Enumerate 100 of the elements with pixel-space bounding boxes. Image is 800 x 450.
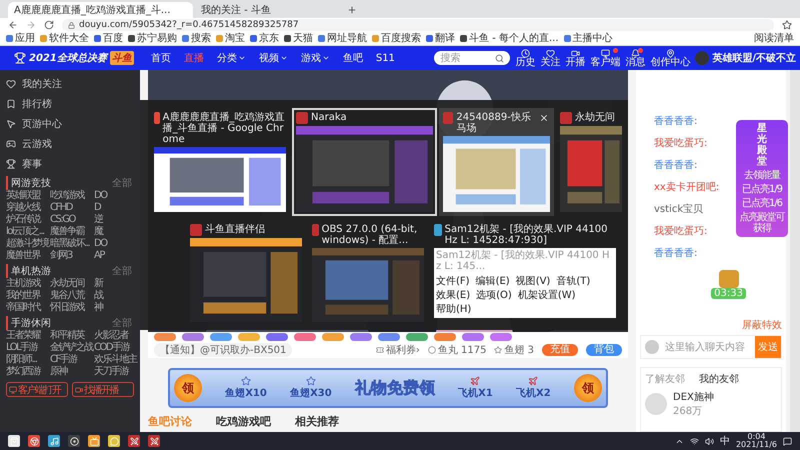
network-icon[interactable] <box>690 436 699 446</box>
browser-tab[interactable]: 我的关注 - 斗鱼 <box>195 2 345 18</box>
gift-icon[interactable] <box>378 333 400 341</box>
sidebar-item[interactable]: 我的关注 <box>6 74 140 94</box>
game-link[interactable]: 新 <box>94 278 138 290</box>
more-link[interactable]: 全部 <box>112 264 132 278</box>
game-link[interactable]: 怀旧游戏 <box>50 302 94 314</box>
game-link[interactable]: 逆 <box>94 214 138 226</box>
gift-icon[interactable] <box>266 333 288 341</box>
game-link[interactable]: 我的世界 <box>6 290 50 302</box>
new-tab-icon[interactable] <box>347 5 357 15</box>
game-link[interactable]: 天刀手游 <box>94 366 138 378</box>
gift-icon[interactable] <box>350 333 372 341</box>
window-thumbnail[interactable]: 24540889-快乐马场 <box>439 108 554 216</box>
gift-icon[interactable] <box>462 333 484 341</box>
nav-action[interactable]: 开播 <box>565 48 586 68</box>
game-link[interactable]: 超激斗梦境 <box>6 238 50 250</box>
gift-icon[interactable] <box>294 333 316 341</box>
nav-link[interactable]: 视频 <box>254 51 292 65</box>
game-link[interactable]: 永劫无间 <box>50 278 94 290</box>
scrollbar[interactable] <box>790 70 800 432</box>
bookmark[interactable]: 淘宝 <box>216 32 245 44</box>
bookmark[interactable]: 主播中心 <box>564 32 613 44</box>
game-link[interactable]: 原神 <box>50 366 94 378</box>
sidebar-item[interactable]: 页游中心 <box>6 114 140 134</box>
ime-indicator[interactable]: 中 <box>720 434 730 448</box>
window-thumbnail[interactable]: 斗鱼直播伴侣 <box>186 220 306 326</box>
nav-action[interactable]: 创作中心 <box>650 48 690 68</box>
game-link[interactable]: DO <box>94 190 138 202</box>
game-link[interactable]: 暗黑破坏... <box>50 238 94 250</box>
nav-link[interactable]: S11 <box>372 52 399 64</box>
gift-icon[interactable] <box>154 333 176 341</box>
nav-link[interactable]: 游戏 <box>296 51 334 65</box>
game-link[interactable]: 金铲铲之战 <box>50 342 94 354</box>
taskbar-app-icon[interactable] <box>68 435 80 447</box>
bookmark[interactable]: 搜索 <box>182 32 211 44</box>
stat-label[interactable]: 鱼翅 3 <box>504 343 534 357</box>
browser-tab[interactable]: A鹿鹿鹿鹿直播_吃鸡游戏直播_斗... <box>8 2 193 18</box>
game-link[interactable]: CS:GO <box>50 214 94 226</box>
game-link[interactable]: 神 <box>94 302 138 314</box>
gift-icon[interactable] <box>434 333 456 341</box>
sidebar-item[interactable]: 排行榜 <box>6 94 140 114</box>
game-link[interactable]: 帝国时代 <box>6 302 50 314</box>
taskbar-app-icon[interactable] <box>148 435 160 447</box>
taskbar-app-icon[interactable] <box>128 435 140 447</box>
clock[interactable]: 0:04 2021/11/6 <box>736 433 777 449</box>
game-link[interactable]: 火影忍者 <box>94 330 138 342</box>
sidebar-item[interactable]: 赛事 <box>6 154 140 174</box>
game-link[interactable]: 鬼谷八荒 <box>50 290 94 302</box>
game-link[interactable]: 英雄联盟 <box>6 190 50 202</box>
stat-label[interactable]: 鱼丸 1175 <box>438 343 486 357</box>
game-link[interactable]: 战 <box>94 290 138 302</box>
game-link[interactable]: D <box>94 202 138 214</box>
gift-icon[interactable] <box>182 333 204 341</box>
claim-button[interactable]: 领 <box>174 374 202 402</box>
content-tab[interactable]: 吃鸡游戏吧 <box>216 414 271 429</box>
address-bar[interactable]: douyu.com/5905342?_r=0.46751458289325787 <box>62 19 774 31</box>
bookmark[interactable]: 软件大全 <box>40 32 89 44</box>
game-link[interactable]: CF手游 <box>50 354 94 366</box>
bookmark[interactable]: 苏宁易购 <box>128 32 177 44</box>
nav-link[interactable]: 首页 <box>146 51 175 65</box>
game-link[interactable]: 魔 <box>94 226 138 238</box>
game-link[interactable]: LOL手游 <box>6 342 50 354</box>
game-link[interactable]: 和平精英 <box>50 330 94 342</box>
window-thumbnail[interactable]: A鹿鹿鹿鹿直播_吃鸡游戏直播_斗鱼直播 - Google Chrome <box>150 108 290 216</box>
game-link[interactable]: 魔兽争霸 <box>50 226 94 238</box>
volume-icon[interactable] <box>704 436 714 446</box>
nav-action[interactable]: 客户端 <box>590 48 620 68</box>
star-icon[interactable] <box>782 20 792 30</box>
bookmark[interactable]: 斗鱼 - 每个人的直... <box>460 32 559 44</box>
game-link[interactable]: 魔兽世界 <box>6 250 50 262</box>
bookmark[interactable]: 百度 <box>94 32 123 44</box>
window-thumbnail[interactable]: 永劫无间 <box>556 108 626 216</box>
forward-icon[interactable] <box>26 20 36 30</box>
window-thumbnail[interactable]: Sam12机架 - [我的效果.VIP 44100 Hz L: 14528:47:930] Sam12机架 - [我的效果.VIP 44100 Hz L: 145... 文件(F) 编辑(E) 视图(V) 音轨(T) 效果(E) 选项(O) 机架设置(W) 帮助(H) <box>430 220 620 326</box>
sidebar-button[interactable]: 客户端打开 <box>6 382 68 397</box>
game-link[interactable]: 穿越火线 <box>6 202 50 214</box>
notifications-icon[interactable] <box>783 436 792 446</box>
game-link[interactable]: 炉石传说 <box>6 214 50 226</box>
window-thumbnail[interactable]: OBS 27.0.0 (64-bit, windows) - 配置... <box>308 220 428 326</box>
taskbar-app-icon[interactable] <box>48 435 60 447</box>
game-link[interactable]: 吃鸡游戏 <box>50 190 94 202</box>
bookmark[interactable]: 网址导航 <box>318 32 367 44</box>
game-link[interactable]: 欢乐斗地主 <box>94 354 138 366</box>
game-link[interactable]: COD手游 <box>94 342 138 354</box>
game-link[interactable]: 主机游戏 <box>6 278 50 290</box>
gift-icon[interactable] <box>322 333 344 341</box>
stat-label[interactable]: 福利券› <box>386 343 420 357</box>
reload-icon[interactable] <box>44 20 54 30</box>
close-icon[interactable] <box>539 113 549 123</box>
gift-icon[interactable] <box>210 333 232 341</box>
game-link[interactable]: 阴阳师... <box>6 354 50 366</box>
nav-link[interactable]: 分类 <box>212 51 250 65</box>
promo-banner[interactable]: 英雄联盟/不破不立 <box>695 51 796 65</box>
game-link[interactable]: AP <box>94 250 138 262</box>
bookmark[interactable]: 应用 <box>6 32 35 44</box>
gift-banner[interactable]: 领 鱼翅X10 鱼翅X30 礼物免费领 飞机X1 飞机X2 领 <box>168 368 608 408</box>
game-link[interactable]: 梦幻西游 <box>6 366 50 378</box>
nav-action[interactable]: 消息 <box>625 48 646 68</box>
bookmark[interactable]: 翻译 <box>426 32 455 44</box>
